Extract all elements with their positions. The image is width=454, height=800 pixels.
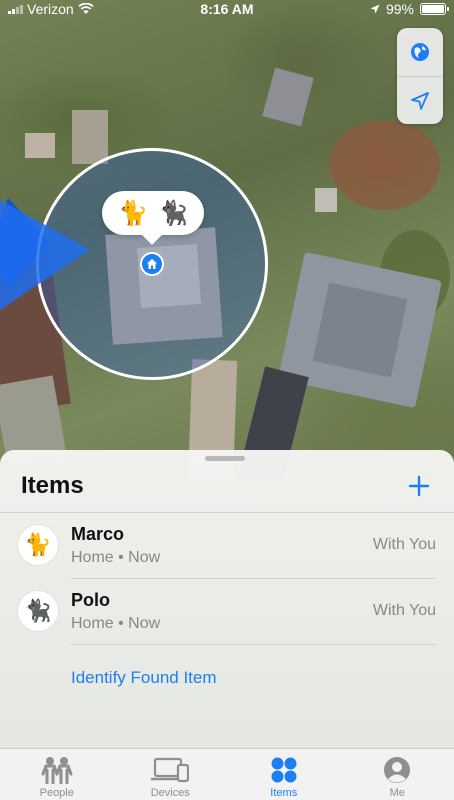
devices-icon xyxy=(151,755,190,785)
items-icon xyxy=(270,755,298,785)
tab-label: Items xyxy=(270,787,298,799)
map-controls xyxy=(397,28,443,124)
location-arrow-icon[interactable] xyxy=(397,76,443,124)
tab-items[interactable]: Items xyxy=(227,749,341,800)
house-icon[interactable] xyxy=(140,252,164,276)
battery-percentage: 99% xyxy=(385,1,414,17)
status-bar: Verizon 8:16 AM 99% xyxy=(0,0,454,18)
tab-people[interactable]: People xyxy=(0,749,114,800)
map-building xyxy=(262,67,314,127)
item-name: Polo xyxy=(71,590,110,610)
list-item[interactable]: 🐈 Marco Home • Now With You xyxy=(0,512,454,578)
tab-label: Devices xyxy=(150,787,190,799)
items-map-pin[interactable]: 🐈 🐈‍⬛ xyxy=(102,191,204,235)
map-building xyxy=(315,188,337,212)
map-building xyxy=(25,133,55,158)
map-view[interactable]: 🐈 🐈‍⬛ xyxy=(0,0,454,480)
globe-icon[interactable] xyxy=(397,28,443,76)
carrier-group: Verizon xyxy=(8,1,94,17)
item-subtitle: Home • Now xyxy=(71,549,161,566)
signal-icon xyxy=(8,4,23,14)
sheet-grabber[interactable] xyxy=(205,456,245,461)
item-name: Marco xyxy=(71,524,125,544)
carrier-name: Verizon xyxy=(27,1,74,17)
identify-found-item-link[interactable]: Identify Found Item xyxy=(71,668,217,688)
tab-me[interactable]: Me xyxy=(341,749,454,800)
divider xyxy=(71,644,436,645)
items-sheet: Items 🐈 Marco Home • Now With You 🐈‍⬛ Po… xyxy=(0,450,454,748)
black-cat-icon: 🐈‍⬛ xyxy=(18,591,58,631)
tab-devices[interactable]: Devices xyxy=(114,749,228,800)
cat-icon: 🐈 xyxy=(18,525,58,565)
tab-label: Me xyxy=(389,787,405,799)
map-tree xyxy=(330,120,440,210)
map-building xyxy=(72,110,108,164)
black-cat-icon: 🐈‍⬛ xyxy=(158,199,188,227)
sheet-title: Items xyxy=(21,472,84,499)
list-item[interactable]: 🐈‍⬛ Polo Home • Now With You xyxy=(0,578,454,644)
people-icon xyxy=(39,755,75,785)
wifi-icon xyxy=(78,3,94,14)
item-status: With You xyxy=(372,536,436,553)
status-right: 99% xyxy=(370,1,449,17)
cat-icon: 🐈 xyxy=(118,199,148,227)
location-services-icon xyxy=(370,4,380,14)
item-subtitle: Home • Now xyxy=(71,615,161,632)
battery-icon xyxy=(420,3,449,15)
map-building xyxy=(312,282,408,378)
tab-label: People xyxy=(39,787,74,799)
tab-bar: People Devices Items Me xyxy=(0,748,454,800)
me-icon xyxy=(383,755,411,785)
item-status: With You xyxy=(372,602,436,619)
plus-icon[interactable] xyxy=(405,472,433,500)
